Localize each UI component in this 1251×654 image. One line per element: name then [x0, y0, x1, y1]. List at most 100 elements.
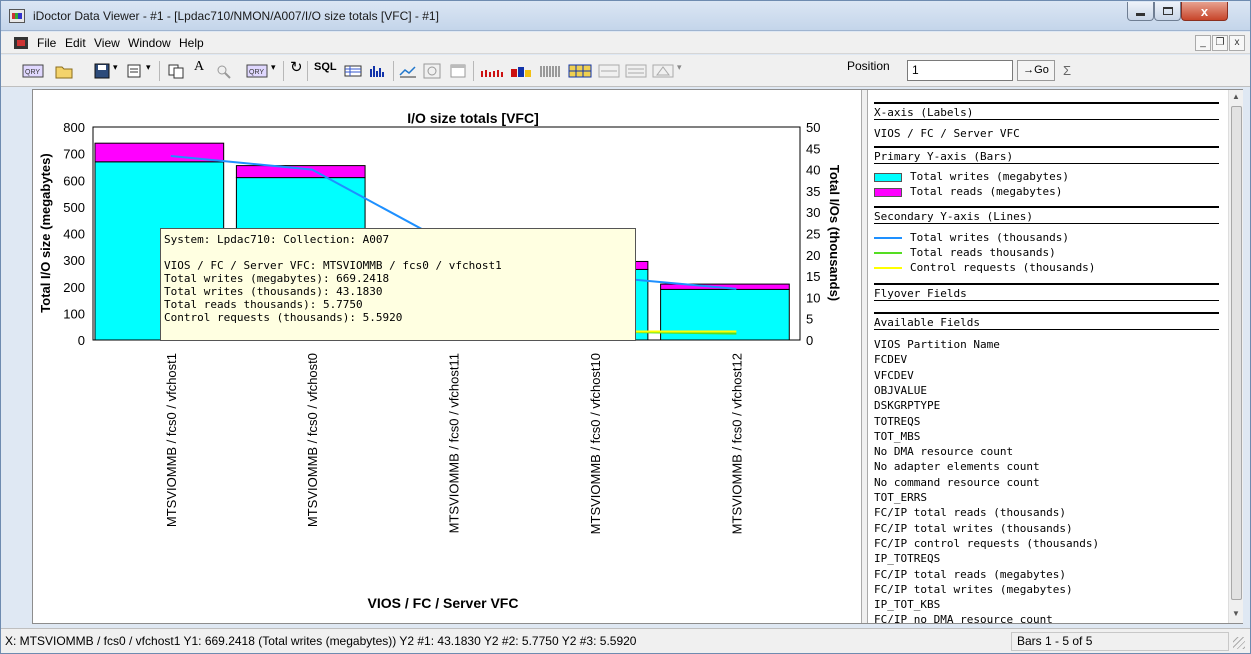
available-field-item[interactable]: VIOS Partition Name	[874, 338, 1000, 351]
scrollbar-thumb[interactable]	[1231, 106, 1242, 600]
available-field-item[interactable]: IP_TOTREQS	[874, 552, 940, 565]
legend-section-secondary[interactable]: Secondary Y-axis (Lines)	[874, 206, 1219, 224]
y2-axis-title: Total I/Os (thousands)	[827, 165, 842, 301]
properties-icon[interactable]	[125, 63, 143, 79]
available-field-item[interactable]: TOTREQS	[874, 415, 920, 428]
minimize-button[interactable]	[1127, 2, 1154, 21]
table-view-icon[interactable]	[344, 63, 362, 79]
tooltip-line: Total writes (megabytes): 669.2418	[164, 272, 390, 285]
copy-icon[interactable]	[167, 63, 185, 79]
save-dropdown-icon[interactable]: ▾	[113, 62, 118, 73]
query-options-icon[interactable]: QRY	[245, 63, 269, 79]
y2-tick-label: 20	[806, 248, 820, 263]
menu-window[interactable]: Window	[128, 36, 171, 50]
menu-file[interactable]: File	[37, 36, 56, 50]
window-icon[interactable]	[449, 63, 467, 79]
legend-xaxis-value[interactable]: VIOS / FC / Server VFC	[874, 127, 1020, 140]
mdi-close-button[interactable]: x	[1229, 35, 1245, 51]
y2-tick-label: 35	[806, 184, 820, 199]
available-field-item[interactable]: No DMA resource count	[874, 445, 1013, 458]
available-field-item[interactable]: TOT_MBS	[874, 430, 920, 443]
toolbar-separator	[307, 61, 308, 81]
chart-dropdown-icon[interactable]: ▾	[677, 62, 682, 73]
open-folder-icon[interactable]	[55, 63, 73, 79]
y-tick-label: 800	[63, 120, 85, 135]
available-field-item[interactable]: VFCDEV	[874, 369, 914, 382]
line-chart-icon[interactable]	[399, 63, 417, 79]
menu-edit[interactable]: Edit	[65, 36, 86, 50]
legend-item-control-k[interactable]: Control requests (thousands)	[874, 261, 1214, 275]
y2-tick-label: 50	[806, 120, 820, 135]
legend-section-available[interactable]: Available Fields	[874, 312, 1219, 330]
app-window: iDoctor Data Viewer - #1 - [Lpdac710/NMO…	[0, 0, 1251, 654]
legend-item-writes-k[interactable]: Total writes (thousands)	[874, 231, 1214, 245]
thin-bars-icon[interactable]	[538, 63, 564, 79]
bars-count: Bars 1 - 5 of 5	[1017, 634, 1093, 648]
resize-grip-icon[interactable]	[1233, 637, 1245, 649]
menu-view[interactable]: View	[94, 36, 120, 50]
bar-chart-icon[interactable]	[369, 63, 387, 79]
available-field-item[interactable]: IP_TOT_KBS	[874, 598, 940, 611]
title-bar[interactable]: iDoctor Data Viewer - #1 - [Lpdac710/NMO…	[1, 1, 1250, 31]
position-label: Position	[847, 59, 890, 73]
chart-option-3-icon[interactable]	[651, 63, 675, 79]
scroll-down-icon[interactable]: ▼	[1232, 609, 1240, 618]
mdi-minimize-button[interactable]: _	[1195, 35, 1211, 51]
x-tick-label: MTSVIOMMB / fcs0 / vfchost10	[588, 353, 603, 534]
legend-section-flyover[interactable]: Flyover Fields	[874, 283, 1219, 301]
legend-item-label: Total writes (megabytes)	[910, 170, 1069, 183]
bar-segment[interactable]	[235, 165, 366, 179]
find-icon[interactable]	[215, 63, 233, 79]
x-tick-label: MTSVIOMMB / fcs0 / vfchost0	[305, 353, 320, 527]
available-field-item[interactable]: OBJVALUE	[874, 384, 927, 397]
available-field-item[interactable]: TOT_ERRS	[874, 491, 927, 504]
chart-option-icon[interactable]	[597, 63, 621, 79]
legend-panel: X-axis (Labels) VIOS / FC / Server VFC P…	[868, 90, 1228, 623]
app-icon	[9, 9, 25, 23]
y-tick-label: 200	[63, 280, 85, 295]
y-tick-label: 400	[63, 227, 85, 242]
chart[interactable]: I/O size totals [VFC] VIOS / FC / Server…	[33, 90, 861, 623]
close-button[interactable]: x	[1181, 2, 1228, 21]
color-bar-icon[interactable]	[509, 63, 535, 79]
query-icon[interactable]: QRY	[21, 63, 45, 79]
clock-icon[interactable]	[423, 63, 441, 79]
available-field-item[interactable]: FC/IP total reads (megabytes)	[874, 568, 1066, 581]
legend-item-writes-mb[interactable]: Total writes (megabytes)	[874, 170, 1214, 184]
chart-option-2-icon[interactable]	[624, 63, 648, 79]
available-field-item[interactable]: FC/IP total reads (thousands)	[874, 506, 1066, 519]
maximize-button[interactable]	[1154, 2, 1181, 21]
stacked-bar-icon[interactable]	[480, 63, 506, 79]
legend-scrollbar[interactable]: ▲ ▼	[1228, 90, 1243, 623]
available-field-item[interactable]: FC/IP no DMA resource count	[874, 613, 1053, 623]
sum-icon[interactable]: Σ	[1063, 63, 1071, 78]
available-field-item[interactable]: FC/IP control requests (thousands)	[874, 537, 1099, 550]
available-field-item[interactable]: FCDEV	[874, 353, 907, 366]
chart-area[interactable]: I/O size totals [VFC] VIOS / FC / Server…	[33, 90, 861, 623]
legend-item-reads-mb[interactable]: Total reads (megabytes)	[874, 185, 1214, 199]
scroll-up-icon[interactable]: ▲	[1232, 92, 1240, 101]
available-field-item[interactable]: FC/IP total writes (megabytes)	[874, 583, 1073, 596]
sql-button[interactable]: SQL	[314, 61, 337, 73]
available-field-item[interactable]: No adapter elements count	[874, 460, 1040, 473]
legend-section-primary[interactable]: Primary Y-axis (Bars)	[874, 146, 1219, 164]
chart-grid-icon[interactable]	[567, 63, 593, 79]
legend-section-xaxis[interactable]: X-axis (Labels)	[874, 102, 1219, 120]
pane-splitter[interactable]	[861, 90, 868, 623]
mdi-restore-button[interactable]: ❐	[1212, 35, 1228, 51]
available-field-item[interactable]: FC/IP total writes (thousands)	[874, 522, 1073, 535]
menu-help[interactable]: Help	[179, 36, 204, 50]
properties-dropdown-icon[interactable]: ▾	[146, 62, 151, 73]
y2-tick-label: 0	[806, 333, 813, 348]
query-dropdown-icon[interactable]: ▾	[271, 62, 276, 73]
go-button[interactable]: →Go	[1017, 60, 1055, 81]
document-menu-icon[interactable]	[14, 37, 28, 49]
font-button[interactable]: A	[194, 59, 204, 75]
legend-item-reads-k[interactable]: Total reads thousands)	[874, 246, 1214, 260]
svg-text:QRY: QRY	[25, 69, 40, 76]
position-input[interactable]: 1	[907, 60, 1013, 81]
save-icon[interactable]	[93, 63, 111, 79]
available-field-item[interactable]: No command resource count	[874, 476, 1040, 489]
available-field-item[interactable]: DSKGRPTYPE	[874, 399, 940, 412]
refresh-icon[interactable]: ↻	[290, 58, 303, 76]
